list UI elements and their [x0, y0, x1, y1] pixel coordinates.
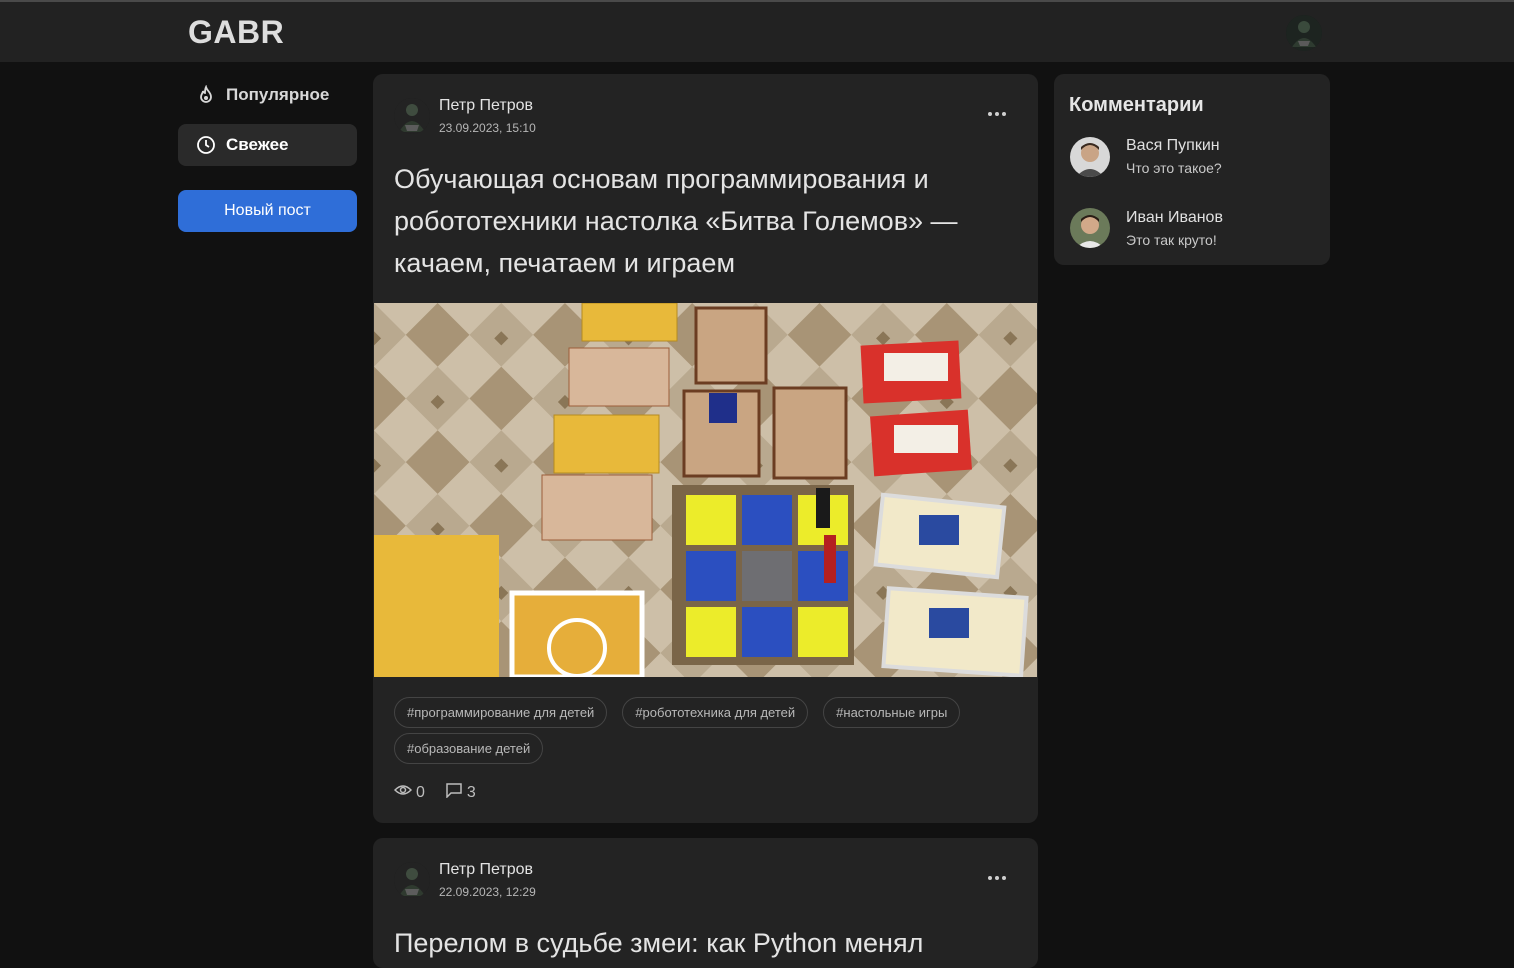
new-post-button[interactable]: Новый пост: [178, 190, 357, 232]
commenter-avatar-icon[interactable]: [1070, 137, 1110, 177]
sidebar-item-fresh[interactable]: Свежее: [178, 124, 357, 166]
tag-chip[interactable]: #образование детей: [394, 733, 544, 764]
comment-icon: [445, 782, 467, 803]
site-logo[interactable]: GABR: [188, 14, 284, 51]
post-title[interactable]: Обучающая основам программирования и роб…: [394, 158, 1004, 284]
sidebar-item-popular[interactable]: Популярное: [178, 74, 357, 116]
comments-count: 3: [466, 783, 476, 801]
views-stat: 0: [393, 783, 425, 802]
eye-icon: [393, 783, 416, 802]
tag-chip[interactable]: #робототехника для детей: [622, 697, 809, 728]
comments-title: Комментарии: [1069, 94, 1204, 116]
post-author[interactable]: Петр Петров: [439, 97, 533, 115]
board-game-photo[interactable]: [374, 302, 1037, 680]
comments-stat[interactable]: 3: [445, 782, 476, 803]
post-card: Петр Петров 22.09.2023, 12:29 Перелом в …: [373, 838, 1038, 968]
tag-list: #программирование для детей #робототехни…: [394, 697, 1014, 764]
more-options-icon[interactable]: [983, 104, 1011, 124]
post-stats: 0 3: [393, 782, 496, 803]
comments-panel: Комментарии Вася Пупкин Что это такое? И…: [1054, 74, 1330, 265]
comment-author[interactable]: Иван Иванов: [1126, 209, 1223, 227]
sidebar-item-label: Популярное: [226, 85, 330, 104]
post-title[interactable]: Перелом в судьбе змеи: как Python менял: [394, 922, 1004, 964]
comment-author[interactable]: Вася Пупкин: [1126, 137, 1220, 155]
comment-text[interactable]: Что это такое?: [1126, 160, 1222, 176]
views-count: 0: [416, 783, 425, 801]
more-options-icon[interactable]: [983, 868, 1011, 888]
post-date: 22.09.2023, 12:29: [439, 885, 536, 899]
clock-icon: [196, 135, 216, 155]
comment-text[interactable]: Это так круто!: [1126, 232, 1217, 248]
top-navbar: GABR: [0, 0, 1514, 62]
author-avatar-icon[interactable]: [394, 862, 430, 898]
tag-chip[interactable]: #программирование для детей: [394, 697, 608, 728]
post-author[interactable]: Петр Петров: [439, 861, 533, 879]
user-avatar-icon[interactable]: [1286, 15, 1322, 51]
author-avatar-icon[interactable]: [394, 98, 430, 134]
fire-icon: [196, 85, 216, 105]
post-card: Петр Петров 23.09.2023, 15:10 Обучающая …: [373, 74, 1038, 823]
sidebar-item-label: Свежее: [226, 135, 289, 154]
tag-chip[interactable]: #настольные игры: [823, 697, 961, 728]
commenter-avatar-icon[interactable]: [1070, 208, 1110, 248]
post-date: 23.09.2023, 15:10: [439, 121, 536, 135]
